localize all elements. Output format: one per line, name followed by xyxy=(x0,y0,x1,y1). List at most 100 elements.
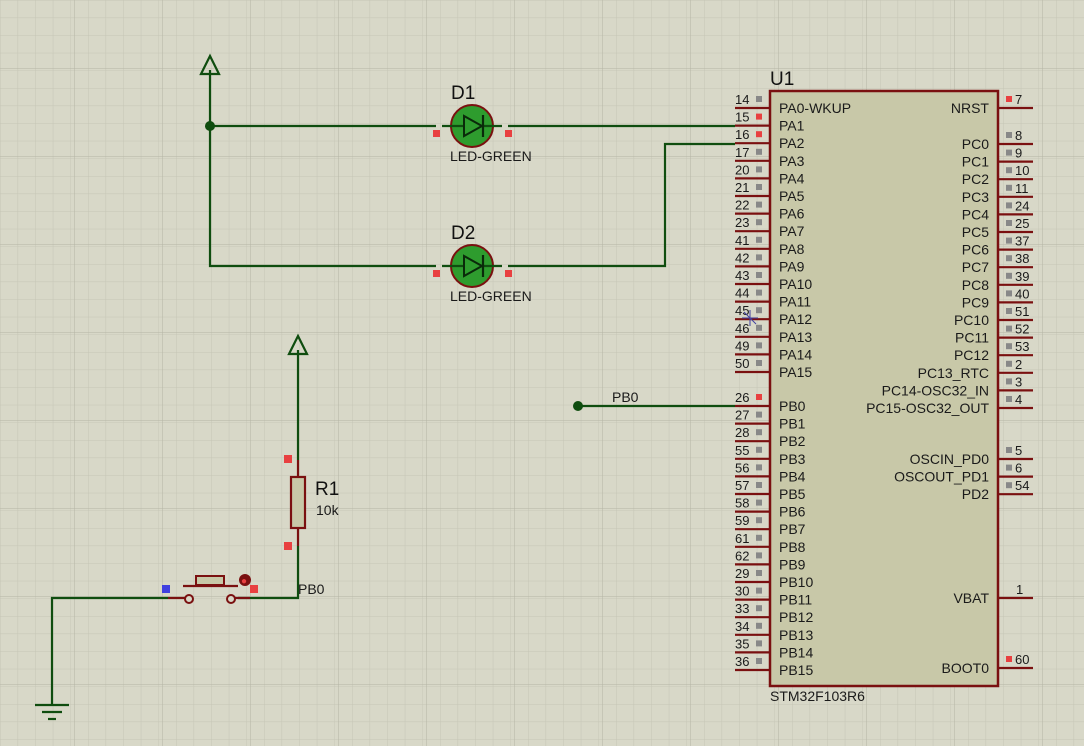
pin-name: PA7 xyxy=(779,223,805,239)
pin-number: 38 xyxy=(1015,251,1029,266)
pin-number: 54 xyxy=(1015,478,1029,493)
pin-number: 59 xyxy=(735,513,749,528)
pin-name: OSCIN_PD0 xyxy=(910,451,990,467)
led-ref-label: D1 xyxy=(451,83,475,104)
pin-number: 30 xyxy=(735,584,749,599)
pin-name: PA10 xyxy=(779,276,812,292)
pin-marker xyxy=(756,324,762,331)
led-value-label: LED-GREEN xyxy=(450,288,532,304)
pin-number: 9 xyxy=(1015,146,1022,161)
pin-marker xyxy=(1006,360,1012,367)
pin-name: PB0 xyxy=(779,398,806,414)
pin-name: PB10 xyxy=(779,574,813,590)
pin-marker xyxy=(756,131,762,138)
net-label-pb0[interactable]: PB0 xyxy=(612,389,639,405)
pin-name: PB7 xyxy=(779,521,806,537)
junction-dot xyxy=(205,121,215,131)
pin-number: 15 xyxy=(735,110,749,125)
pin-number: 62 xyxy=(735,548,749,563)
pin-number: 16 xyxy=(735,127,749,142)
pin-name: PB11 xyxy=(779,592,812,608)
pin-marker xyxy=(1006,167,1012,174)
pin-name: PB15 xyxy=(779,662,813,678)
pin-name: PB3 xyxy=(779,451,806,467)
pin-name: NRST xyxy=(951,100,990,116)
pin-number: 39 xyxy=(1015,269,1029,284)
schematic-canvas[interactable]: D1 LED-GREEN D2 LED-GREEN R1 10k ● PB0 P… xyxy=(0,0,1084,746)
pin-number: 60 xyxy=(1015,652,1029,667)
pin-name: PB5 xyxy=(779,486,806,502)
pin-name: PC11 xyxy=(955,330,989,346)
pin-name: PA6 xyxy=(779,206,805,222)
pin-number: 50 xyxy=(735,356,749,371)
pin-marker xyxy=(1006,149,1012,156)
pin-name: OSCOUT_PD1 xyxy=(894,469,989,485)
pin-marker xyxy=(505,130,512,137)
mcu-part-label: STM32F103R6 xyxy=(770,688,865,704)
pin-number: 41 xyxy=(735,233,749,248)
pin-marker xyxy=(1006,184,1012,191)
pin-marker xyxy=(756,254,762,261)
pin-number: 7 xyxy=(1015,92,1022,107)
pin-name: PC6 xyxy=(962,242,989,258)
pin-number: 2 xyxy=(1015,357,1022,372)
pin-number: 27 xyxy=(735,408,749,423)
pin-number: 24 xyxy=(1015,198,1029,213)
pin-marker xyxy=(756,394,762,400)
pin-marker xyxy=(1006,396,1012,402)
pin-name: PC5 xyxy=(962,224,989,240)
pin-marker xyxy=(1006,325,1012,332)
pin-number: 55 xyxy=(735,443,749,458)
pin-name: PA8 xyxy=(779,241,805,257)
pin-name: PB2 xyxy=(779,433,806,449)
pin-marker xyxy=(756,201,762,208)
led-ref-label: D2 xyxy=(451,223,475,244)
pin-number: 58 xyxy=(735,496,749,511)
pin-marker xyxy=(1006,132,1012,138)
junction-dot xyxy=(573,401,583,411)
pin-number: 43 xyxy=(735,268,749,283)
pin-number: 25 xyxy=(1015,216,1029,231)
pin-marker xyxy=(756,272,762,278)
pin-marker xyxy=(756,184,762,190)
pin-marker xyxy=(756,464,762,471)
pin-number: 42 xyxy=(735,250,749,265)
svg-text:●: ● xyxy=(241,576,247,587)
pin-marker xyxy=(1006,343,1012,350)
pin-number: 33 xyxy=(735,601,749,616)
pin-marker xyxy=(756,552,762,559)
pin-marker xyxy=(756,411,762,418)
pin-number: 3 xyxy=(1015,374,1022,389)
pin-marker xyxy=(756,289,762,296)
pin-marker xyxy=(1006,237,1012,244)
pin-name: PC7 xyxy=(962,259,989,275)
pin-name: PA9 xyxy=(779,258,805,274)
pin-number: 6 xyxy=(1015,461,1022,476)
pin-marker xyxy=(756,429,762,436)
pin-marker xyxy=(756,587,762,594)
pin-marker xyxy=(756,166,762,173)
pin-name: PB9 xyxy=(779,556,806,572)
pin-marker xyxy=(250,585,258,593)
pin-name: PC0 xyxy=(962,136,989,152)
mcu-ref-label: U1 xyxy=(770,69,794,90)
pin-number: 20 xyxy=(735,162,749,177)
pin-number: 44 xyxy=(735,286,749,301)
pin-marker xyxy=(756,570,762,576)
pin-marker xyxy=(1006,447,1012,453)
pin-name: PB1 xyxy=(779,416,806,432)
pin-marker xyxy=(284,455,292,463)
net-label-pb0[interactable]: PB0 xyxy=(298,581,325,597)
pin-number: 46 xyxy=(735,321,749,336)
pin-marker xyxy=(1006,308,1012,314)
pin-name: PC1 xyxy=(962,154,989,170)
pin-number: 34 xyxy=(735,619,749,634)
pin-name: PA5 xyxy=(779,188,805,204)
pin-marker xyxy=(1006,290,1012,297)
mcu-u1[interactable]: U1 STM32F103R6 14PA0-WKUP15PA116PA217PA3… xyxy=(735,69,1033,704)
pin-marker xyxy=(756,342,762,349)
pin-marker xyxy=(756,658,762,664)
pin-number: 57 xyxy=(735,478,749,493)
pin-number: 14 xyxy=(735,92,749,107)
pin-number: 52 xyxy=(1015,322,1029,337)
